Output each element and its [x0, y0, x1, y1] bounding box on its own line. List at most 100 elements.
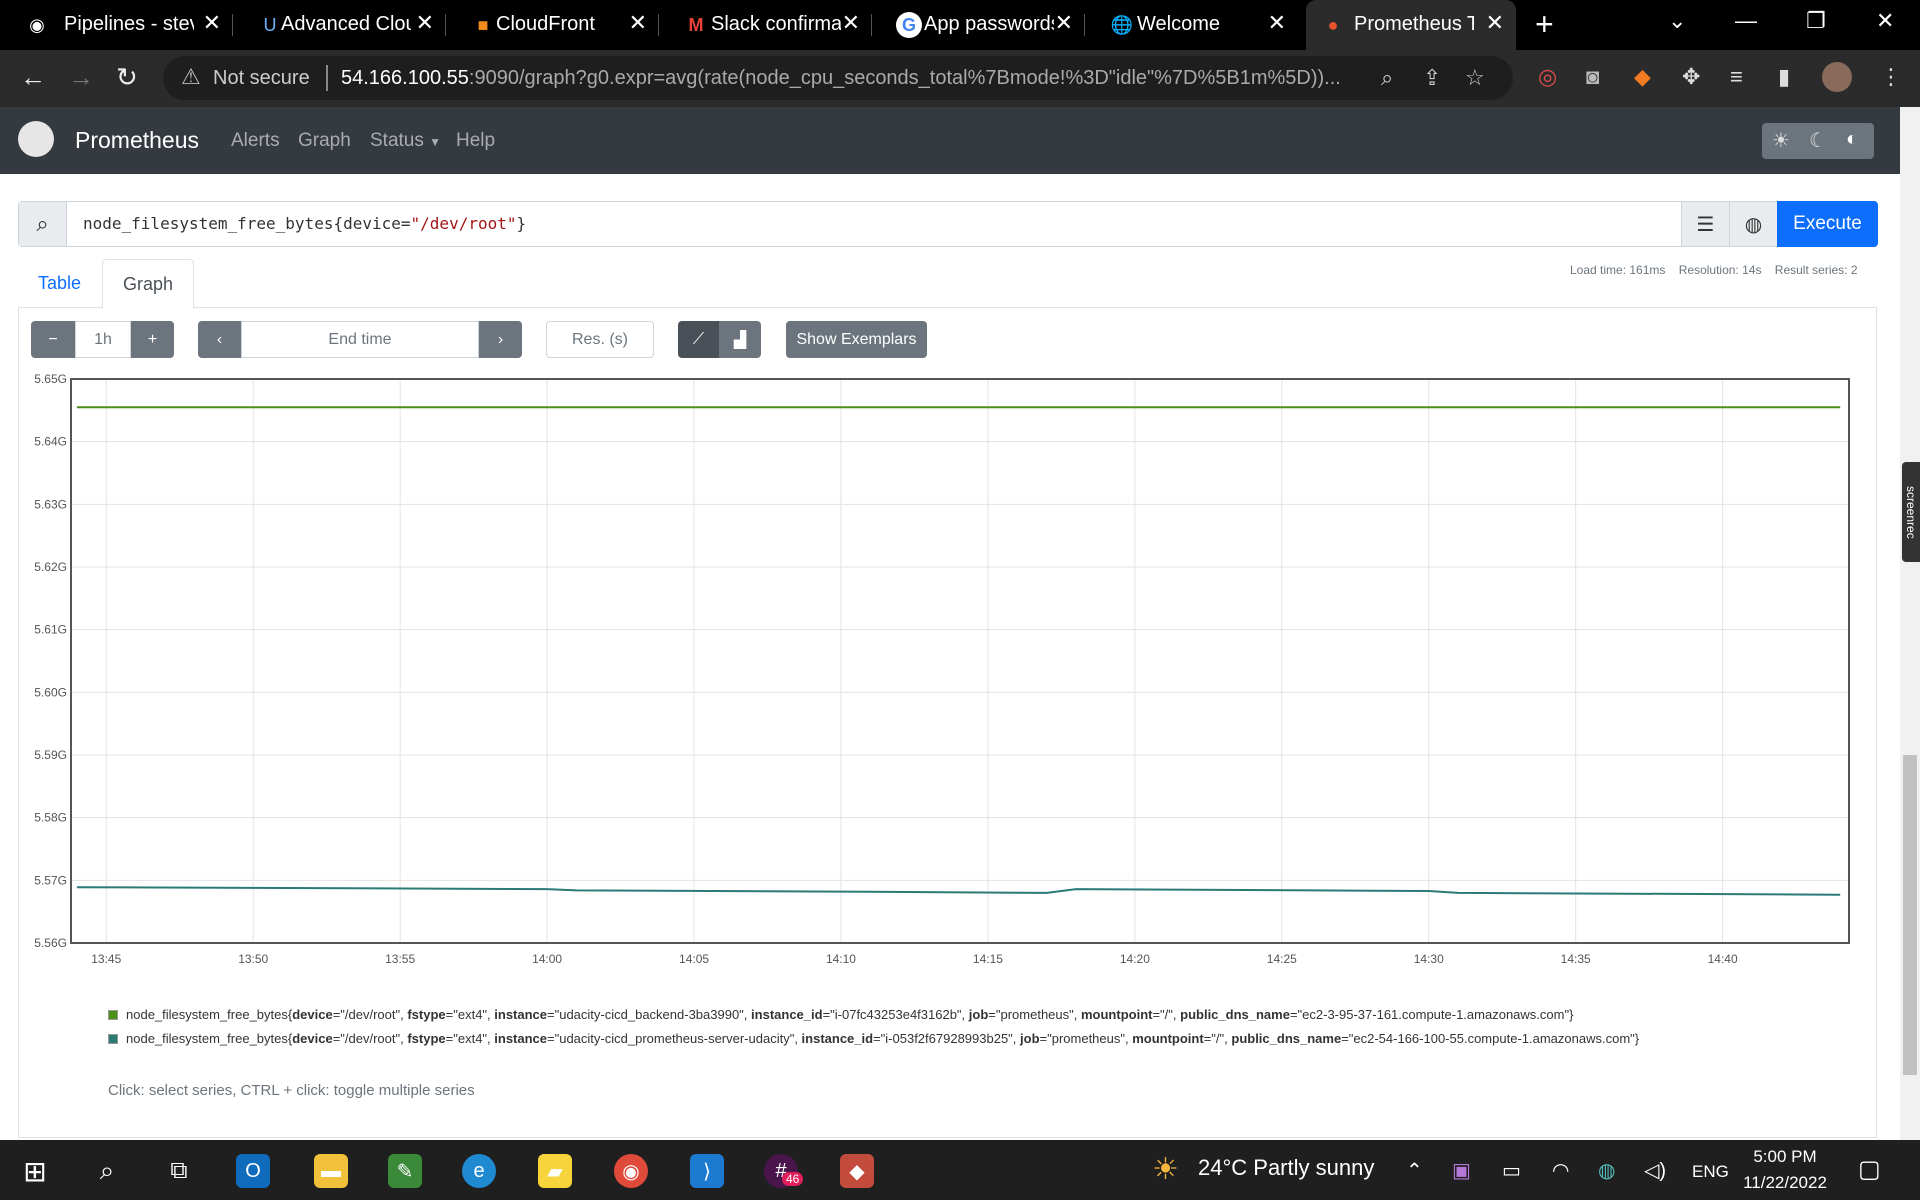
increase-range-button[interactable]: +: [131, 321, 174, 358]
windows-taskbar: [0, 1140, 1920, 1200]
media-control-icon[interactable]: ≡: [1730, 64, 1743, 90]
weather-icon: ☀: [1152, 1153, 1179, 1186]
google-icon: G: [896, 12, 922, 38]
brave-extension-icon[interactable]: ◆: [1634, 64, 1651, 90]
tab-table[interactable]: Table: [18, 259, 101, 308]
notepad-plus-icon[interactable]: ✎: [388, 1154, 422, 1188]
screenrec-widget[interactable]: screenrec: [1902, 462, 1920, 562]
tab-search-icon[interactable]: ⌄: [1668, 8, 1686, 34]
address-bar[interactable]: ⚠ Not secure 54.166.100.55:9090/graph?g0…: [163, 56, 1513, 100]
chevron-right-icon[interactable]: ›: [479, 321, 522, 358]
edge-icon[interactable]: e: [462, 1154, 496, 1188]
browser-tab-cloudfront[interactable]: ■ CloudFront ✕: [446, 0, 659, 50]
close-tab-icon[interactable]: ✕: [203, 10, 221, 36]
app-navbar: Prometheus Alerts Graph Status ▼ Help ☀ …: [0, 107, 1900, 174]
profile-avatar[interactable]: [1822, 62, 1852, 92]
sticky-notes-icon[interactable]: ▰: [538, 1154, 572, 1188]
browser-tab-advanced-cloud[interactable]: U Advanced Clou ✕: [233, 0, 446, 50]
end-time-input[interactable]: End time: [241, 321, 479, 358]
nav-help[interactable]: Help: [456, 130, 495, 152]
outlook-icon[interactable]: O: [236, 1154, 270, 1188]
task-view-icon[interactable]: ⧉: [162, 1154, 196, 1188]
format-expression-icon[interactable]: ☰: [1681, 202, 1729, 246]
minimize-button[interactable]: —: [1735, 8, 1757, 34]
legend-item[interactable]: node_filesystem_free_bytes{device="/dev/…: [108, 1027, 1708, 1051]
expression-input[interactable]: node_filesystem_free_bytes{device="/dev/…: [83, 214, 526, 233]
decrease-range-button[interactable]: −: [31, 321, 75, 358]
query-value: "/dev/root": [410, 214, 517, 233]
close-tab-icon[interactable]: ✕: [1486, 10, 1504, 36]
restore-button[interactable]: ❐: [1806, 8, 1826, 34]
close-tab-icon[interactable]: ✕: [629, 10, 647, 36]
range-input[interactable]: 1h: [75, 321, 131, 358]
nav-status[interactable]: Status ▼: [370, 130, 441, 152]
browser-tab-welcome[interactable]: 🌐 Welcome ✕: [1085, 0, 1298, 50]
onenote-icon[interactable]: ▣: [1452, 1158, 1471, 1183]
browser-tab-prometheus[interactable]: ● Prometheus Ti ✕: [1306, 0, 1516, 50]
browser-tab-app-passwords[interactable]: G App passwords ✕: [872, 0, 1085, 50]
notifications-icon[interactable]: ▢: [1858, 1155, 1881, 1184]
close-tab-icon[interactable]: ✕: [416, 10, 434, 36]
globe-tray-icon[interactable]: ◍: [1598, 1158, 1615, 1183]
resolution-input[interactable]: Res. (s): [546, 321, 654, 358]
extensions-puzzle-icon[interactable]: ✥: [1682, 64, 1700, 90]
back-button[interactable]: ←: [20, 62, 46, 93]
search-icon[interactable]: ⌕: [90, 1154, 124, 1188]
tab-graph[interactable]: Graph: [102, 259, 195, 309]
close-window-button[interactable]: ✕: [1876, 8, 1894, 34]
scrollbar-thumb[interactable]: [1903, 755, 1917, 1075]
gmail-icon: M: [688, 14, 704, 35]
prometheus-logo-icon[interactable]: [18, 121, 54, 157]
search-icon: ⌕: [19, 202, 67, 246]
bookmark-star-icon[interactable]: ☆: [1465, 65, 1485, 91]
file-explorer-icon[interactable]: ▬: [314, 1154, 348, 1188]
url-path: :9090/graph?g0.expr=avg(rate(node_cpu_se…: [468, 67, 1341, 89]
share-icon[interactable]: ⇪: [1423, 65, 1441, 91]
zoom-icon[interactable]: ⌕: [1381, 65, 1393, 91]
sun-icon[interactable]: ☀: [1772, 128, 1790, 153]
nav-alerts[interactable]: Alerts: [231, 130, 280, 152]
udacity-icon: U: [263, 14, 277, 35]
execute-button[interactable]: Execute: [1777, 201, 1878, 247]
reload-button[interactable]: ↻: [116, 62, 138, 93]
side-panel-icon[interactable]: ▮: [1778, 64, 1790, 90]
close-tab-icon[interactable]: ✕: [1055, 10, 1073, 36]
not-secure-label[interactable]: Not secure: [213, 67, 310, 90]
windows-start-icon[interactable]: ⊞: [18, 1154, 52, 1188]
auto-theme-icon[interactable]: ◐: [1846, 128, 1858, 151]
stacked-chart-icon[interactable]: ▟: [719, 321, 761, 358]
weather-text[interactable]: 24°C Partly sunny: [1198, 1155, 1374, 1181]
close-tab-icon[interactable]: ✕: [842, 10, 860, 36]
app-brand[interactable]: Prometheus: [75, 127, 199, 154]
chevron-left-icon[interactable]: ‹: [198, 321, 241, 358]
camera-extension-icon[interactable]: ◙: [1586, 64, 1599, 90]
metrics-explorer-icon[interactable]: ◍: [1729, 202, 1777, 246]
graph-legend: node_filesystem_free_bytes{device="/dev/…: [108, 1003, 1708, 1051]
git-gui-icon[interactable]: ◆: [840, 1154, 874, 1188]
url-text[interactable]: 54.166.100.55:9090/graph?g0.expr=avg(rat…: [341, 67, 1341, 90]
volume-icon[interactable]: ◁): [1644, 1158, 1666, 1183]
vscode-icon[interactable]: ⟩: [690, 1154, 724, 1188]
moon-icon[interactable]: ☾: [1809, 128, 1827, 153]
query-label: device: [343, 214, 401, 233]
browser-tab-slack-confirmation[interactable]: M Slack confirmat ✕: [659, 0, 872, 50]
query-metric: node_filesystem_free_bytes: [83, 214, 334, 233]
close-tab-icon[interactable]: ✕: [1268, 10, 1286, 36]
new-tab-button[interactable]: +: [1535, 6, 1554, 43]
browser-menu-icon[interactable]: ⋮: [1880, 64, 1902, 90]
prometheus-icon: ●: [1327, 14, 1339, 35]
battery-icon[interactable]: ▭: [1502, 1158, 1521, 1183]
wifi-icon[interactable]: ◠: [1552, 1158, 1569, 1183]
chrome-icon[interactable]: ◉: [614, 1154, 648, 1188]
language-indicator[interactable]: ENG: [1692, 1162, 1729, 1182]
show-exemplars-button[interactable]: Show Exemplars: [786, 321, 927, 358]
nav-graph[interactable]: Graph: [298, 130, 351, 152]
screen-record-extension-icon[interactable]: ◎: [1538, 64, 1557, 90]
forward-button[interactable]: →: [68, 62, 94, 93]
browser-tab-pipelines[interactable]: ◉ Pipelines - stev ✕: [0, 0, 233, 50]
legend-item[interactable]: node_filesystem_free_bytes{device="/dev/…: [108, 1003, 1708, 1027]
show-hidden-icons[interactable]: ⌃: [1406, 1158, 1423, 1183]
clock-date: 11/22/2022: [1743, 1173, 1827, 1192]
line-chart-icon[interactable]: ⟋: [678, 321, 719, 358]
taskbar-clock[interactable]: 5:00 PM 11/22/2022: [1740, 1144, 1830, 1196]
